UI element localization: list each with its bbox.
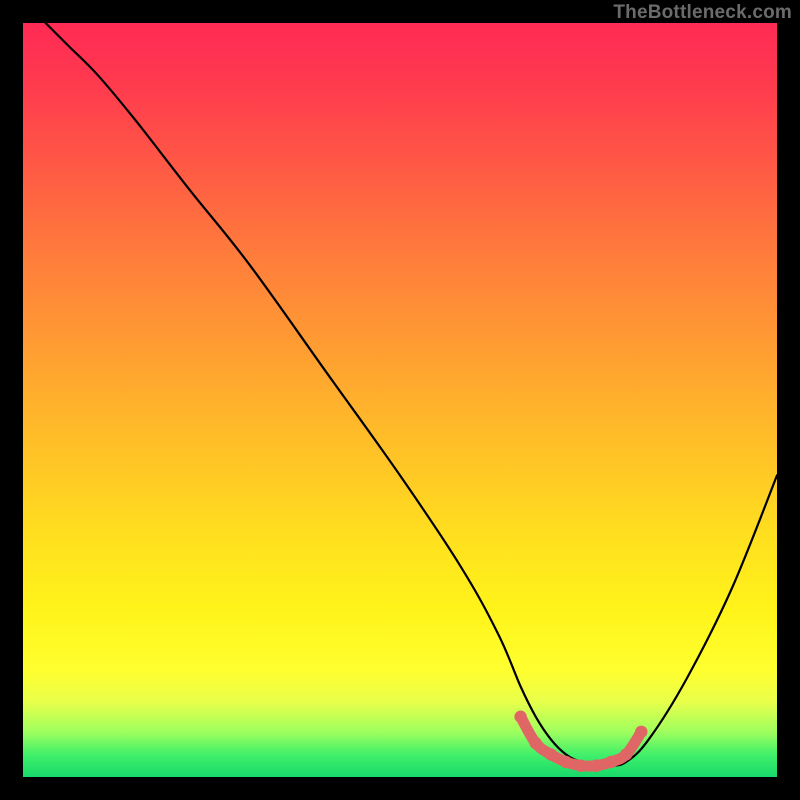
optimal-point: [620, 748, 632, 760]
optimal-point: [605, 756, 617, 768]
bottleneck-curve: [46, 23, 777, 766]
watermark-label: TheBottleneck.com: [613, 2, 792, 24]
optimal-point: [575, 760, 587, 772]
optimal-point: [635, 726, 647, 738]
plot-area: [23, 23, 777, 777]
optimal-point: [514, 711, 526, 723]
optimal-point: [545, 748, 557, 760]
optimal-point: [590, 760, 602, 772]
optimal-point: [560, 756, 572, 768]
optimal-region-dots: [514, 711, 647, 772]
optimal-point: [530, 737, 542, 749]
chart-stage: TheBottleneck.com: [0, 0, 800, 800]
curve-layer: [23, 23, 777, 777]
